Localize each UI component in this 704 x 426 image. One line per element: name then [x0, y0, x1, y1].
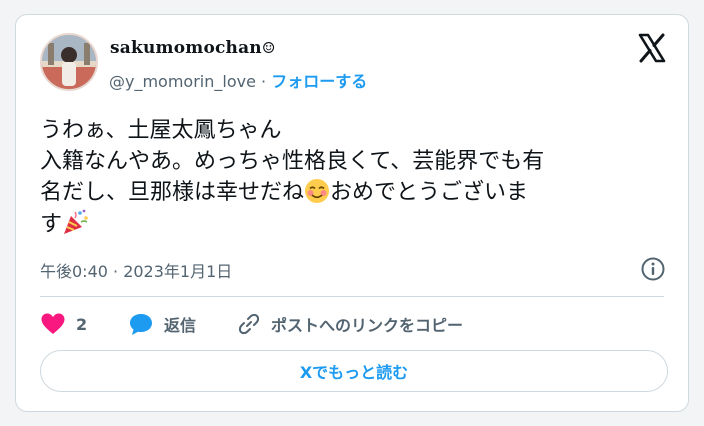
handle-row: @y_momorin_love · フォローする	[109, 68, 367, 92]
avatar[interactable]	[40, 33, 98, 91]
display-name[interactable]: sakumomochan☺	[110, 38, 276, 58]
timestamp[interactable]: 午後0:40 · 2023年1月1日	[40, 258, 232, 282]
divider	[40, 296, 664, 297]
separator: ·	[255, 72, 272, 91]
avatar-image	[42, 35, 96, 89]
party-popper-icon	[64, 209, 88, 234]
reply-bubble-icon	[130, 314, 152, 335]
info-icon[interactable]	[640, 256, 666, 282]
like-button[interactable]: 2	[40, 311, 87, 337]
user-handle[interactable]: @y_momorin_love	[109, 72, 256, 91]
reply-label: 返信	[164, 316, 197, 335]
read-more-label: Xでもっと読む	[299, 363, 409, 382]
tweet-line-3a: 名だし、旦那様は幸せだね	[40, 180, 305, 205]
copy-link-button[interactable]: ポストへのリンクをコピー	[237, 311, 463, 337]
like-count: 2	[76, 314, 88, 334]
heart-icon	[41, 313, 65, 334]
tweet-text: うわぁ、土屋太鳳ちゃん 入籍なんやあ。めっちゃ性格良くて、芸能界でも有 名だし、…	[40, 115, 670, 240]
tweet-line-3: 名だし、旦那様は幸せだね おめでとうございま	[40, 177, 670, 208]
link-icon	[238, 313, 260, 335]
follow-link[interactable]: フォローする	[271, 72, 367, 91]
reply-button[interactable]: 返信	[128, 311, 196, 337]
x-logo-icon[interactable]	[637, 33, 667, 63]
tweet-line-3b: おめでとうございま	[330, 180, 529, 205]
smiling-face-with-blush-icon	[305, 179, 330, 203]
tweet-line-1: うわぁ、土屋太鳳ちゃん	[40, 118, 282, 143]
display-name-symbol: ☺	[261, 39, 276, 57]
tweet-embed-card: sakumomochan☺ @y_momorin_love · フォローする う…	[15, 14, 689, 412]
read-more-button[interactable]: Xでもっと読む	[40, 350, 668, 392]
display-name-text: sakumomochan	[110, 38, 262, 58]
tweet-line-2: 入籍なんやあ。めっちゃ性格良くて、芸能界でも有	[40, 149, 545, 174]
copy-link-label: ポストへのリンクをコピー	[271, 316, 464, 335]
tweet-line-4-text: す	[40, 212, 63, 237]
tweet-line-4: す	[40, 208, 670, 240]
